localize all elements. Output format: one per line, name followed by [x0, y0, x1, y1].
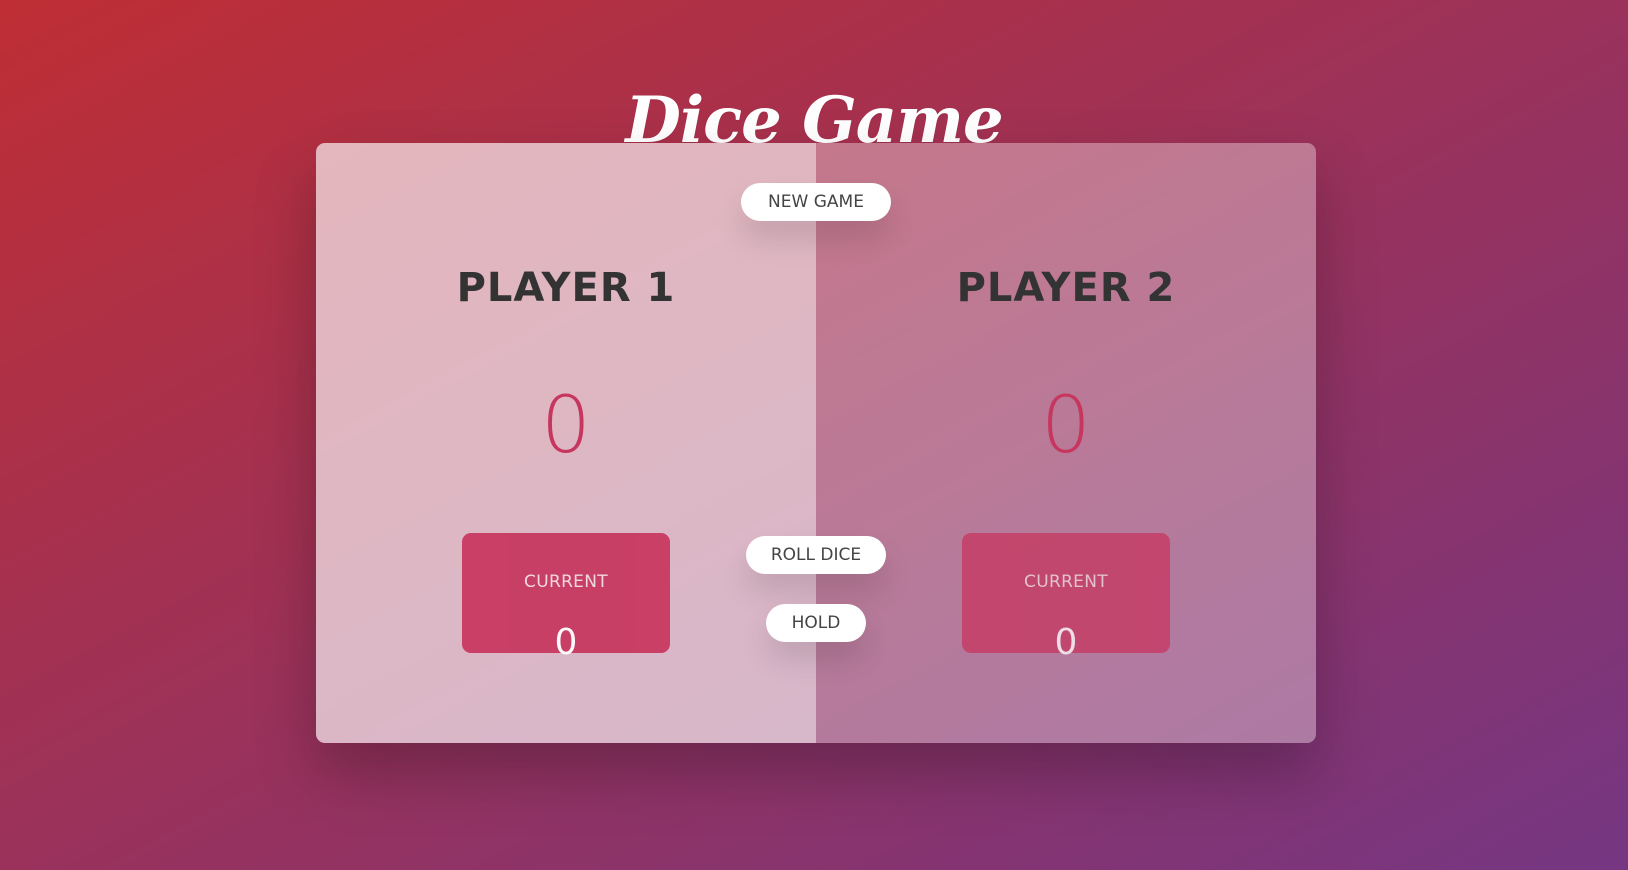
roll-dice-button[interactable]: ROLL DICE [746, 536, 886, 574]
player-1-total-score: 0 [541, 381, 591, 471]
new-game-button[interactable]: NEW GAME [741, 183, 891, 221]
player-1-current-label: CURRENT [524, 572, 608, 592]
player-1-current-box: CURRENT 0 [462, 533, 670, 663]
hold-button[interactable]: HOLD [766, 604, 866, 642]
player-2-panel: PLAYER 2 0 CURRENT 0 [816, 143, 1316, 743]
player-2-current-label: CURRENT [1024, 572, 1108, 592]
player-1-name: PLAYER 1 [456, 265, 676, 312]
player-2-current-score: 0 [1054, 622, 1078, 663]
player-2-current-box: CURRENT 0 [962, 533, 1170, 663]
player-2-name: PLAYER 2 [956, 265, 1176, 312]
player-1-panel: PLAYER 1 0 CURRENT 0 [316, 143, 816, 743]
player-2-total-score: 0 [1041, 381, 1091, 471]
game-board: PLAYER 1 0 CURRENT 0 PLAYER 2 0 CURRENT … [316, 143, 1316, 743]
player-1-current-score: 0 [554, 622, 578, 663]
